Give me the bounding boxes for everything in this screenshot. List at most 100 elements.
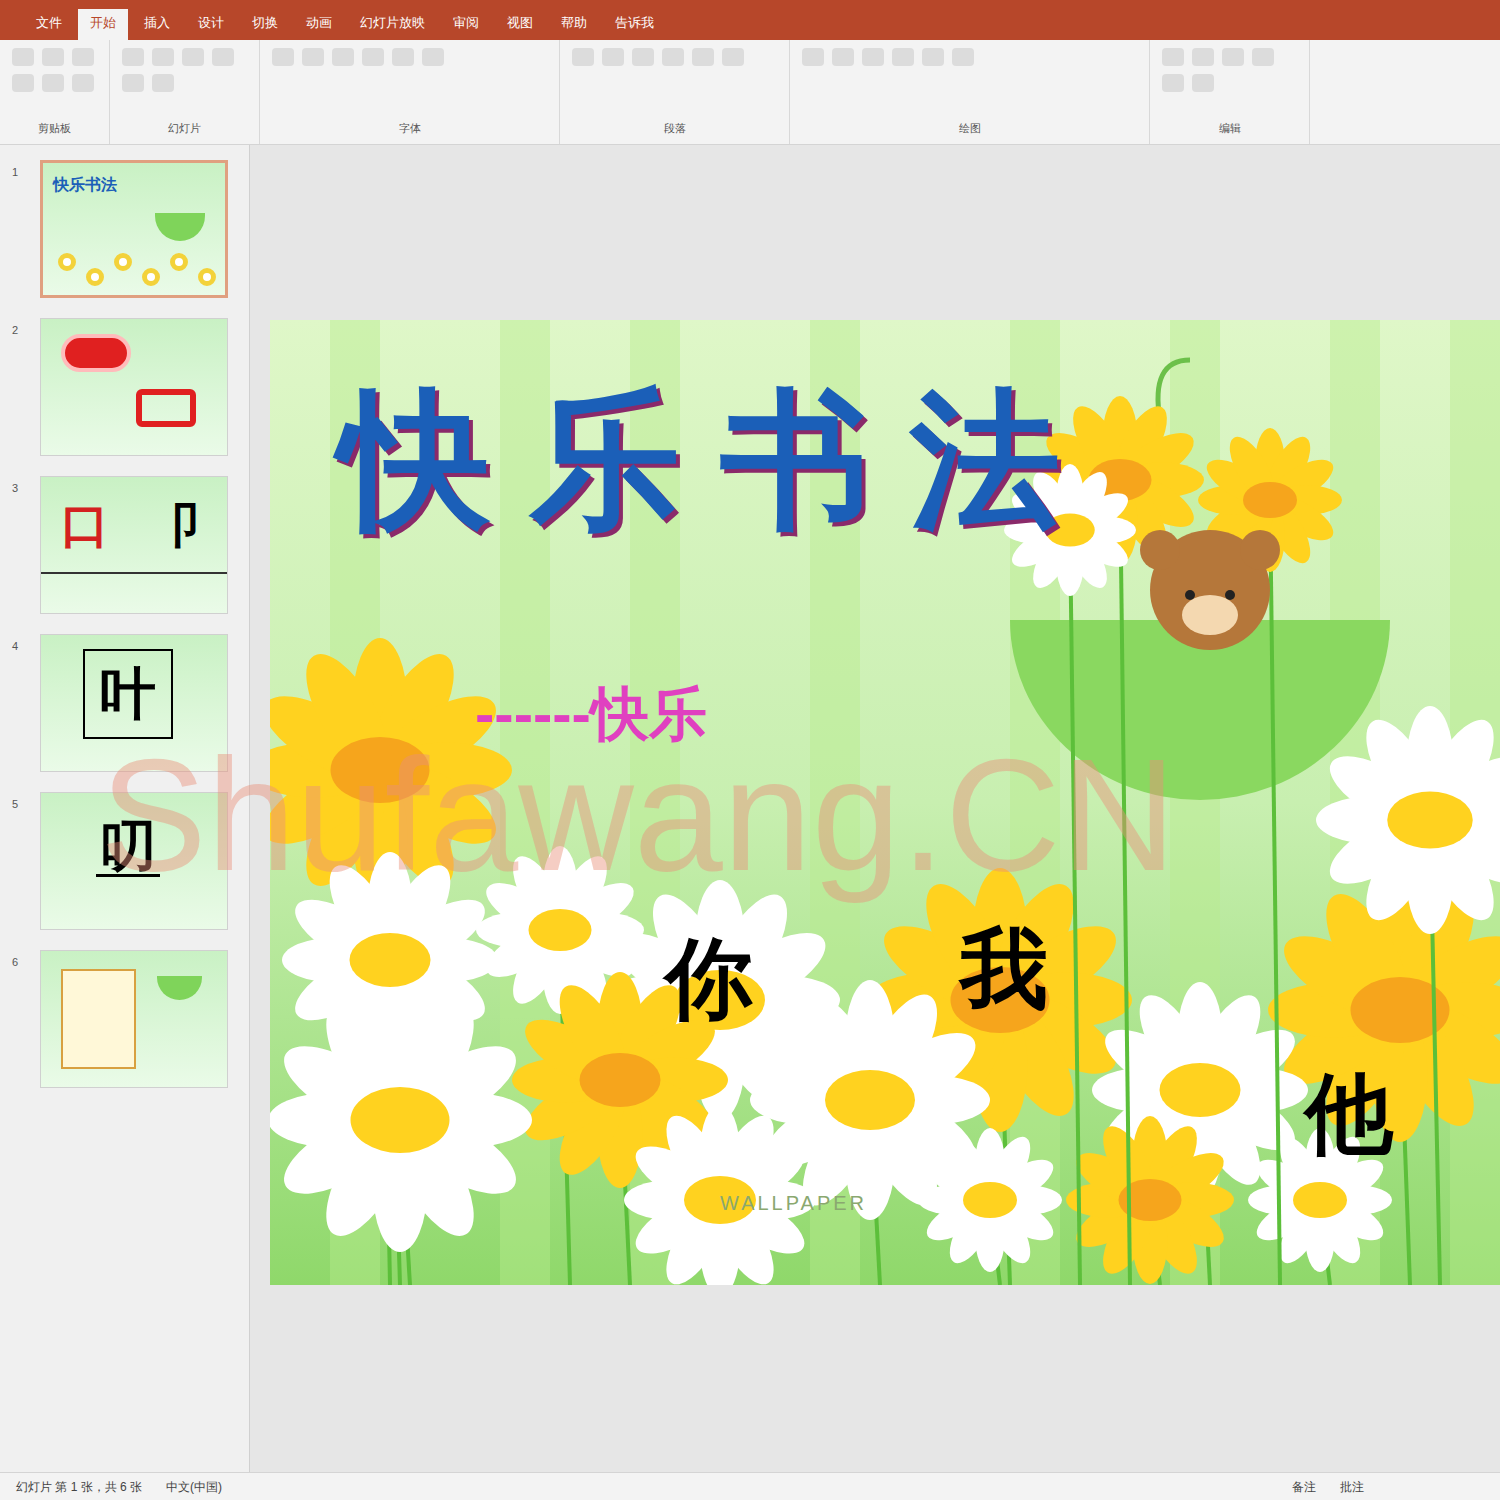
ribbon-button-icon[interactable] (422, 48, 444, 66)
language-indicator[interactable]: 中文(中国) (166, 1478, 222, 1496)
thumbnail-row[interactable]: 3口卩 (12, 476, 249, 614)
slide-thumbnail[interactable]: 口卩 (40, 476, 228, 614)
ribbon-button-icon[interactable] (332, 48, 354, 66)
ribbon-group-label: 编辑 (1162, 120, 1297, 137)
ribbon-group-label: 幻灯片 (122, 120, 247, 137)
ribbon-tab[interactable]: 动画 (294, 9, 344, 41)
ribbon-buttons (572, 48, 777, 66)
slide-thumbnail[interactable] (40, 950, 228, 1088)
ribbon-button-icon[interactable] (12, 74, 34, 92)
ribbon-group: 段落 (560, 40, 790, 144)
slide-character[interactable]: 你 (665, 935, 753, 1023)
slide-editor: 快乐书法 ------快乐你 我他 WALLPAPER (250, 145, 1500, 1472)
ribbon-button-icon[interactable] (922, 48, 944, 66)
ribbon-button-icon[interactable] (1252, 48, 1274, 66)
slide-number: 1 (12, 160, 26, 181)
ribbon-tab[interactable]: 视图 (495, 9, 545, 41)
thumbnail-title: 快乐书法 (53, 173, 117, 197)
thumbnail-row[interactable]: 6 (12, 950, 249, 1088)
flower-icon (198, 268, 216, 286)
ribbon-button-icon[interactable] (42, 74, 64, 92)
ribbon-button-icon[interactable] (632, 48, 654, 66)
thumbnail-character: 卩 (151, 502, 199, 550)
notes-button[interactable]: 备注 (1292, 1478, 1316, 1496)
ribbon-button-icon[interactable] (662, 48, 684, 66)
ribbon-buttons (122, 48, 247, 92)
status-bar: 幻灯片 第 1 张，共 6 张 中文(中国) 备注 批注 (0, 1472, 1500, 1500)
ribbon-group: 幻灯片 (110, 40, 260, 144)
ribbon-button-icon[interactable] (572, 48, 594, 66)
menu-board-icon (61, 969, 136, 1069)
ribbon-button-icon[interactable] (1192, 74, 1214, 92)
ribbon-buttons (272, 48, 547, 66)
slide: 快乐书法 ------快乐你 我他 WALLPAPER (270, 320, 1500, 1285)
ribbon-group-label: 字体 (272, 120, 547, 137)
slide-counter: 幻灯片 第 1 张，共 6 张 (16, 1478, 142, 1496)
ribbon-tab[interactable]: 帮助 (549, 9, 599, 41)
ribbon-group-label: 绘图 (802, 120, 1137, 137)
ribbon-button-icon[interactable] (42, 48, 64, 66)
watermark: Shufawang.CN (100, 735, 1176, 895)
slide-caption: WALLPAPER (720, 1188, 867, 1218)
ribbon-button-icon[interactable] (212, 48, 234, 66)
slide-character[interactable]: 我 (960, 925, 1048, 1013)
ribbon-button-icon[interactable] (1192, 48, 1214, 66)
ribbon-button-icon[interactable] (12, 48, 34, 66)
thumbnail-row[interactable]: 4叶 (12, 634, 249, 772)
slide-number: 5 (12, 792, 26, 813)
thumbnail-row[interactable]: 5叨 (12, 792, 249, 930)
ribbon-button-icon[interactable] (602, 48, 624, 66)
thumbnail-row[interactable]: 2 (12, 318, 249, 456)
ribbon-button-icon[interactable] (862, 48, 884, 66)
ribbon-button-icon[interactable] (302, 48, 324, 66)
ribbon-group: 字体 (260, 40, 560, 144)
thumbnail-row[interactable]: 1 快乐书法 (12, 160, 249, 298)
ribbon-tab[interactable]: 审阅 (441, 9, 491, 41)
slide-thumbnail[interactable]: 叨 (40, 792, 228, 930)
ribbon-button-icon[interactable] (72, 74, 94, 92)
ribbon-group: 绘图 (790, 40, 1150, 144)
ribbon-buttons (12, 48, 97, 92)
umbrella-icon (157, 976, 202, 1000)
ribbon-button-icon[interactable] (152, 74, 174, 92)
slide-thumbnail[interactable]: 快乐书法 (40, 160, 228, 298)
ribbon-button-icon[interactable] (272, 48, 294, 66)
ribbon-tab[interactable]: 插入 (132, 9, 182, 41)
ribbon-tab[interactable]: 告诉我 (603, 9, 666, 41)
ribbon-buttons (802, 48, 1137, 66)
ribbon-button-icon[interactable] (362, 48, 384, 66)
ribbon-group-label: 剪贴板 (12, 120, 97, 137)
ribbon-tab[interactable]: 幻灯片放映 (348, 9, 437, 41)
thumbnail-character: 叶 (83, 649, 173, 739)
flower-icon (142, 268, 160, 286)
ribbon-button-icon[interactable] (122, 48, 144, 66)
ribbon-button-icon[interactable] (122, 74, 144, 92)
ribbon-button-icon[interactable] (182, 48, 204, 66)
ribbon-button-icon[interactable] (72, 48, 94, 66)
ribbon-button-icon[interactable] (152, 48, 174, 66)
ribbon-button-icon[interactable] (1162, 48, 1184, 66)
ribbon-button-icon[interactable] (892, 48, 914, 66)
ribbon-tab[interactable]: 文件 (24, 9, 74, 41)
ribbon-button-icon[interactable] (1222, 48, 1244, 66)
flower-icon (114, 253, 132, 271)
ribbon-tab[interactable]: 切换 (240, 9, 290, 41)
ribbon-button-icon[interactable] (802, 48, 824, 66)
ribbon-button-icon[interactable] (952, 48, 974, 66)
comments-button[interactable]: 批注 (1340, 1478, 1484, 1496)
thumbnail-pane: 1 快乐书法 2 3口卩 4叶 5叨 6 (0, 145, 250, 1472)
slide-character[interactable]: 他 (1305, 1070, 1393, 1158)
ribbon-button-icon[interactable] (722, 48, 744, 66)
slide-subtitle[interactable]: ------快乐 (475, 685, 707, 743)
slide-thumbnail[interactable]: 叶 (40, 634, 228, 772)
lips-icon (61, 334, 131, 372)
ribbon-tab[interactable]: 设计 (186, 9, 236, 41)
ribbon-tab[interactable]: 开始 (78, 9, 128, 41)
ribbon-button-icon[interactable] (832, 48, 854, 66)
slide-thumbnail[interactable] (40, 318, 228, 456)
ribbon-button-icon[interactable] (392, 48, 414, 66)
ribbon-button-icon[interactable] (692, 48, 714, 66)
flower-icon (170, 253, 188, 271)
slide-title[interactable]: 快乐书法 (340, 385, 1100, 535)
ribbon-button-icon[interactable] (1162, 74, 1184, 92)
